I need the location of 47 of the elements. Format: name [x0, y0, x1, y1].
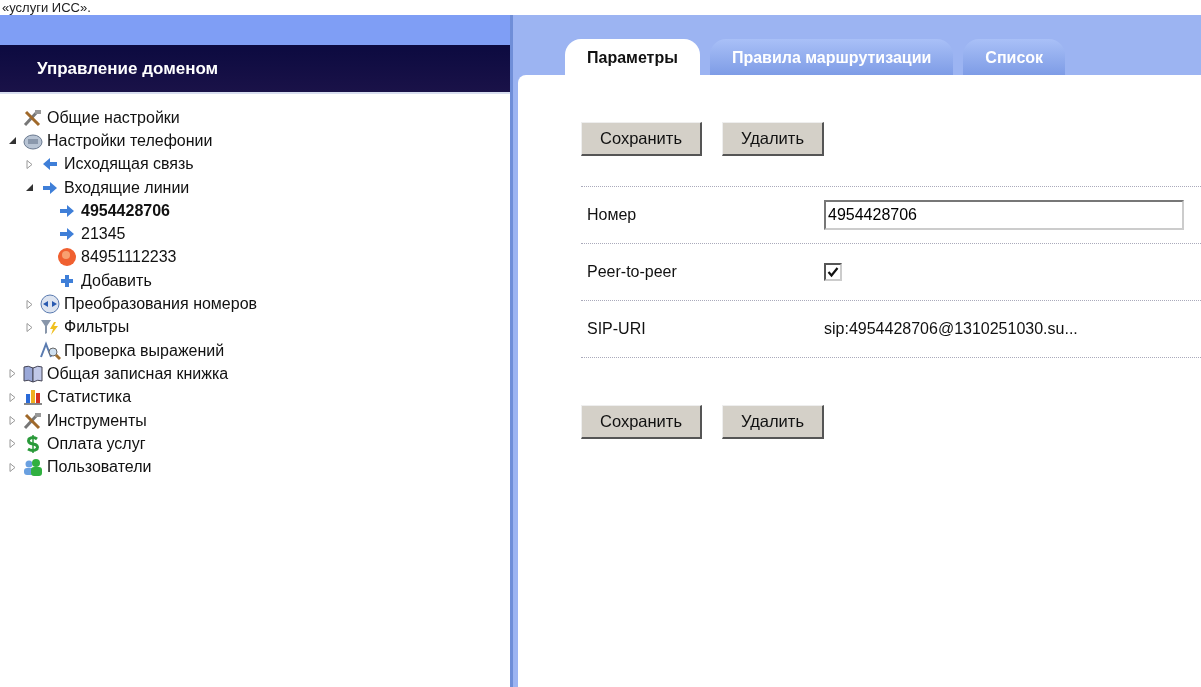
- expanded-icon[interactable]: [25, 183, 34, 193]
- collapsed-icon[interactable]: [8, 416, 17, 425]
- magnifier-icon: [39, 340, 61, 361]
- collapsed-icon[interactable]: [8, 439, 17, 449]
- tree-item[interactable]: Общая записная книжка: [47, 364, 229, 383]
- tree-item[interactable]: Общие настройки: [47, 108, 180, 127]
- users-icon: [22, 457, 44, 478]
- tree-item[interactable]: Настройки телефонии: [47, 131, 213, 150]
- save-button[interactable]: Сохранить: [581, 405, 702, 439]
- number-field[interactable]: 4954428706: [824, 200, 1184, 230]
- tree-item[interactable]: Проверка выражений: [64, 341, 225, 360]
- collapsed-icon[interactable]: [8, 392, 17, 402]
- tree-item[interactable]: Добавить: [81, 271, 152, 290]
- collapsed-icon[interactable]: [8, 369, 17, 379]
- burst-icon: [56, 247, 78, 268]
- field-label: SIP-URI: [586, 320, 647, 338]
- tools-icon: [22, 107, 44, 128]
- caption-text: «услуги ИСС».: [1, 0, 92, 15]
- tree-item[interactable]: 84951112233: [81, 248, 177, 267]
- tree-item[interactable]: 21345: [81, 225, 126, 244]
- collapsed-icon[interactable]: [8, 462, 17, 472]
- tree-item[interactable]: Оплата услуг: [47, 434, 146, 453]
- save-button[interactable]: Сохранить: [581, 122, 702, 156]
- tab[interactable]: Параметры: [565, 39, 700, 75]
- book-icon: [22, 363, 44, 384]
- collapsed-icon[interactable]: [25, 159, 34, 169]
- collapsed-icon[interactable]: [25, 299, 34, 309]
- tree-item[interactable]: 4954428706: [81, 201, 170, 220]
- field-value: sip:4954428706@1310251030.su...: [824, 320, 1078, 338]
- tree-item[interactable]: Статистика: [47, 388, 132, 407]
- field-label: Peer-to-peer: [586, 263, 678, 281]
- delete-button[interactable]: Удалить: [722, 405, 824, 439]
- field-label: Номер: [586, 206, 638, 224]
- peer-checkbox[interactable]: [824, 263, 842, 281]
- sidebar-header: Управление доменом: [0, 45, 510, 94]
- tree-item[interactable]: Входящие линии: [64, 178, 190, 197]
- chart-icon: [22, 387, 44, 408]
- tree-item[interactable]: Преобразования номеров: [64, 295, 258, 313]
- tools-icon: [22, 410, 44, 431]
- collapsed-icon[interactable]: [25, 322, 34, 332]
- tree-item[interactable]: Инструменты: [47, 411, 147, 430]
- tree-item[interactable]: Исходящая связь: [64, 155, 194, 174]
- expanded-icon[interactable]: [8, 136, 17, 146]
- tree-item[interactable]: Фильтры: [64, 318, 130, 337]
- exchange-icon: [39, 294, 61, 314]
- tree-item[interactable]: Пользователи: [47, 458, 152, 477]
- delete-button[interactable]: Удалить: [722, 122, 824, 156]
